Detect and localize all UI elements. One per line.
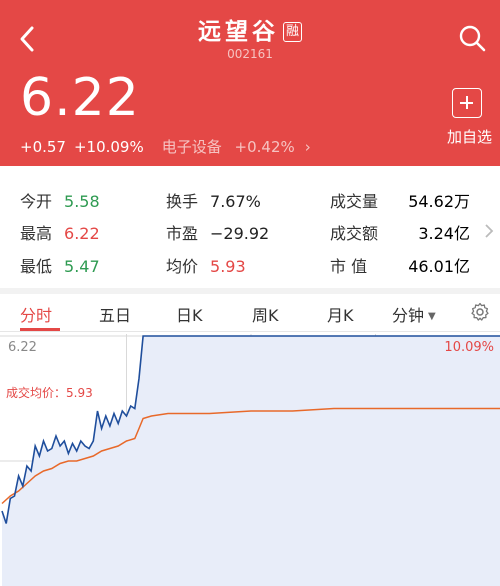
tab-minute-label: 分钟	[392, 306, 425, 325]
stat-amount-value: 3.24亿	[418, 224, 470, 243]
add-watchlist-button[interactable]	[452, 88, 482, 118]
title-area: 远望谷融	[0, 12, 500, 46]
stat-low: 最低 5.47	[20, 253, 100, 277]
tab-weekly-k[interactable]: 周K	[252, 302, 279, 326]
current-price: 6.22	[20, 68, 140, 128]
tab-five-day[interactable]: 五日	[99, 302, 131, 326]
stats-panel: 今开 5.58 最高 6.22 最低 5.47 换手 7.67% 市盈 −29.92 均价…	[0, 180, 500, 280]
stock-code: 002161	[227, 47, 273, 61]
chart-tabs: 分时 五日 日K 周K 月K 分钟 ▼	[0, 294, 500, 332]
tab-intraday[interactable]: 分时	[20, 302, 52, 326]
stat-label: 成交额	[330, 224, 379, 243]
y-axis-top-price: 6.22	[8, 340, 37, 355]
tab-daily-k[interactable]: 日K	[176, 302, 203, 326]
stat-label: 换手	[166, 192, 199, 211]
tab-monthly-k[interactable]: 月K	[327, 302, 354, 326]
expand-stats-chevron-icon[interactable]	[484, 223, 494, 239]
stat-value: 5.93	[210, 257, 246, 276]
stat-volume: 成交量	[330, 188, 378, 212]
stat-mktcap-value: 46.01亿	[408, 257, 470, 276]
stat-label: 今开	[20, 192, 53, 211]
stat-amount: 成交额	[330, 220, 378, 244]
stock-header: 远望谷融 002161 6.22 +0.57 +10.09% 电子设备 +0.42%…	[0, 0, 500, 166]
stat-value: −29.92	[210, 224, 270, 243]
stat-mktcap: 市 值	[330, 253, 367, 277]
stat-label: 均价	[166, 257, 199, 276]
stat-label: 市盈	[166, 224, 199, 243]
stat-value: 6.22	[64, 224, 100, 243]
stat-value: 7.67%	[210, 192, 261, 211]
stat-label: 成交量	[330, 192, 379, 211]
avg-price-label: 成交均价：5.93	[6, 386, 93, 400]
stat-value: 5.47	[64, 257, 100, 276]
sector-change: +0.42%	[234, 138, 295, 156]
active-tab-indicator	[20, 328, 60, 331]
stat-label: 最高	[20, 224, 53, 243]
stat-value: 5.58	[64, 192, 100, 211]
stat-high: 最高 6.22	[20, 220, 100, 244]
dropdown-caret-icon: ▼	[428, 311, 436, 322]
tab-minute[interactable]: 分钟 ▼	[392, 302, 436, 326]
stat-pe: 市盈 −29.92	[166, 220, 269, 244]
settings-gear-icon[interactable]	[470, 302, 490, 322]
stock-name: 远望谷	[197, 19, 279, 45]
margin-badge: 融	[282, 22, 302, 42]
stat-label: 最低	[20, 257, 53, 276]
intraday-chart[interactable]	[0, 334, 500, 586]
price-change-pct: +10.09%	[73, 138, 144, 156]
stat-open: 今开 5.58	[20, 188, 100, 212]
chevron-right-icon: ›	[304, 138, 311, 156]
search-icon[interactable]	[458, 24, 486, 52]
sector-name: 电子设备	[161, 138, 222, 156]
y-axis-top-pct: 10.09%	[444, 340, 494, 355]
stat-label: 市 值	[330, 257, 368, 276]
stat-volume-value: 54.62万	[408, 192, 470, 211]
sector-link[interactable]: 电子设备 +0.42% ›	[162, 138, 319, 156]
stat-turnover: 换手 7.67%	[166, 188, 261, 212]
stat-avg-price: 均价 5.93	[166, 253, 246, 277]
add-watchlist-label[interactable]: 加自选	[447, 126, 492, 147]
price-change: +0.57	[20, 138, 66, 156]
change-row: +0.57 +10.09% 电子设备 +0.42% ›	[20, 136, 327, 157]
